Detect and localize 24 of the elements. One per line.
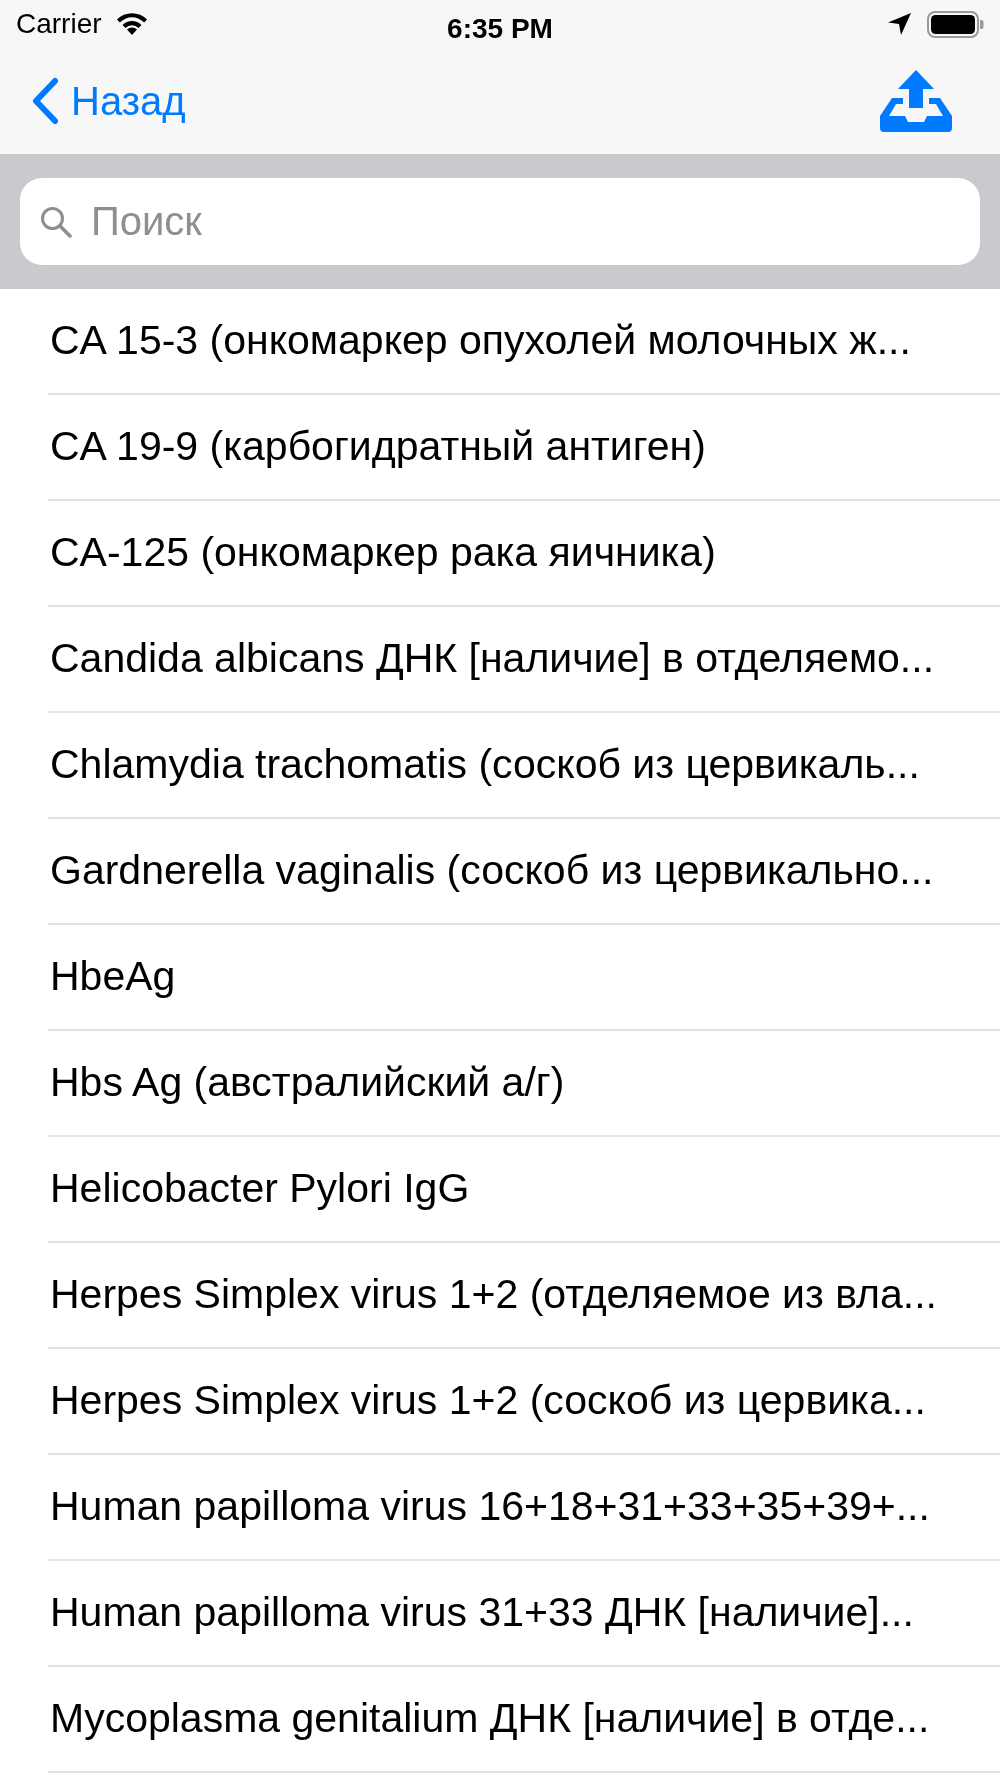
list-item[interactable]: Herpes Simplex virus 1+2 (соскоб из цервика... (48, 1349, 1000, 1455)
list-item[interactable]: CA 19-9 (карбогидратный антиген) (48, 395, 1000, 501)
chevron-left-icon (31, 77, 59, 125)
list-item[interactable]: Human papilloma virus 31+33 ДНК [наличие]... (48, 1561, 1000, 1667)
clock-time: 6:35 PM (447, 12, 553, 46)
list-item[interactable]: Chlamydia trachomatis (соскоб из цервикаль... (48, 713, 1000, 819)
list-item[interactable]: Helicobacter Pylori IgG (48, 1137, 1000, 1243)
list-item[interactable]: HbeAg (48, 925, 1000, 1031)
search-icon (40, 206, 72, 238)
wifi-icon (115, 13, 148, 35)
battery-icon (927, 10, 984, 38)
list-item[interactable]: Candida albicans ДНК [наличие] в отделяемо... (48, 607, 1000, 713)
list-item[interactable]: Mycoplasma genitalium ДНК [наличие] в отде... (48, 1667, 1000, 1773)
list-item[interactable]: CA-125 (онкомаркер рака яичника) (48, 501, 1000, 607)
upload-icon[interactable] (880, 70, 952, 132)
list-item[interactable]: Hbs Ag (австралийский а/г) (48, 1031, 1000, 1137)
list-item[interactable]: Gardnerella vaginalis (соскоб из цервикально... (48, 819, 1000, 925)
search-field[interactable]: Поиск (20, 178, 980, 265)
back-button[interactable]: Назад (31, 71, 186, 131)
list-item[interactable]: Human papilloma virus 16+18+31+33+35+39+... (48, 1455, 1000, 1561)
location-arrow-icon (888, 13, 911, 35)
carrier-label: Carrier (16, 7, 102, 41)
list-item[interactable]: CA 15-3 (онкомаркер опухолей молочных ж... (48, 289, 1000, 395)
list-item[interactable]: Herpes Simplex virus 1+2 (отделяемое из вла... (48, 1243, 1000, 1349)
